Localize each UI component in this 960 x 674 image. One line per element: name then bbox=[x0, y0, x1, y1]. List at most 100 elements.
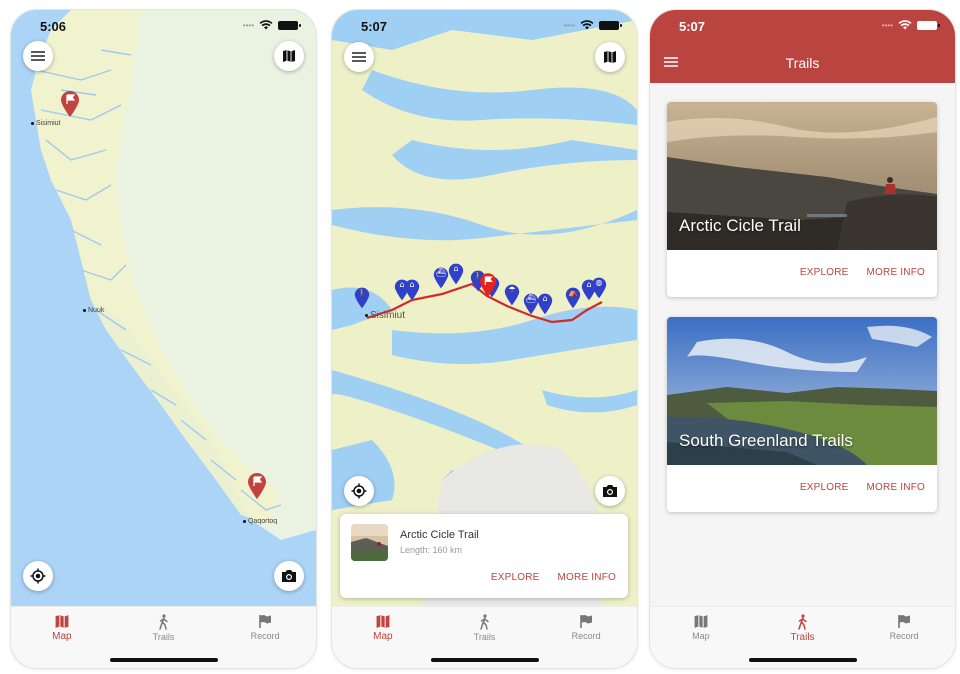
locate-icon bbox=[30, 568, 46, 584]
map-label-sisimiut: Sisimiut bbox=[31, 120, 61, 127]
map-layers-button[interactable] bbox=[274, 41, 304, 71]
map-layers-button[interactable] bbox=[595, 42, 625, 72]
hut-icon: ⌂ bbox=[409, 280, 415, 289]
poi-marker-tent-icon[interactable]: ⛺ bbox=[565, 286, 581, 310]
trail-title: Arctic Cicle Trail bbox=[400, 529, 479, 541]
tab-label: Trails bbox=[152, 632, 175, 642]
phone-screen-trail-map: Sisimiut 🚶⌂⌂⛴⌂🚶⌂☂⛴⌂⛺⌂◍ 5:07 •••• Arctic … bbox=[332, 10, 637, 668]
status-time: 5:06 bbox=[40, 19, 67, 34]
battery-icon bbox=[917, 20, 940, 30]
locate-button[interactable] bbox=[344, 476, 374, 506]
phone-screen-trails-list: 5:07 •••• Trails Arctic Cicle Trail EXPL… bbox=[650, 10, 955, 668]
status-time: 5:07 bbox=[679, 19, 706, 34]
app-bar: 5:07 •••• Trails bbox=[650, 10, 955, 83]
explore-button[interactable]: EXPLORE bbox=[491, 572, 540, 583]
tab-label: Trails bbox=[473, 632, 496, 642]
poi-marker-hut-icon[interactable]: ⌂ bbox=[448, 262, 464, 286]
status-bar: 5:06 •••• bbox=[11, 10, 316, 42]
map-icon bbox=[55, 615, 69, 628]
camera-icon bbox=[603, 485, 617, 497]
greenland-map bbox=[11, 10, 316, 606]
battery-icon bbox=[599, 20, 622, 30]
trail-card-title: South Greenland Trails bbox=[679, 431, 853, 450]
trail-photo: South Greenland Trails bbox=[667, 317, 937, 465]
trail-thumbnail bbox=[351, 524, 388, 561]
menu-icon bbox=[31, 51, 45, 61]
poi-marker-hiker-icon[interactable]: 🚶 bbox=[354, 286, 370, 310]
poi-marker-hut-icon[interactable]: ⌂ bbox=[404, 278, 420, 302]
map-label-sisimiut: Sisimiut bbox=[365, 310, 405, 321]
tab-record[interactable]: Record bbox=[535, 607, 637, 668]
hiker-icon bbox=[158, 614, 168, 630]
boat-icon: ⛴ bbox=[435, 268, 447, 277]
hut-icon: ⌂ bbox=[453, 264, 459, 273]
tent-icon: ⛺ bbox=[568, 288, 578, 297]
tab-label: Record bbox=[250, 631, 280, 641]
tab-label: Record bbox=[889, 631, 919, 641]
flag-icon bbox=[259, 615, 272, 628]
wifi-icon bbox=[259, 20, 273, 30]
explore-button[interactable]: EXPLORE bbox=[800, 482, 849, 493]
hiker-icon bbox=[797, 614, 807, 630]
map-icon bbox=[283, 50, 295, 62]
explore-button[interactable]: EXPLORE bbox=[800, 267, 849, 278]
map-label-nuuk: Nuuk bbox=[83, 307, 104, 314]
home-indicator bbox=[748, 658, 857, 662]
trail-pin-flag-icon[interactable] bbox=[247, 472, 267, 500]
map-icon bbox=[694, 615, 708, 628]
more-info-button[interactable]: MORE INFO bbox=[558, 572, 616, 583]
home-indicator bbox=[430, 658, 539, 662]
page-title: Trails bbox=[785, 55, 820, 71]
shelter-icon: ☂ bbox=[508, 285, 516, 294]
signal-icon: •••• bbox=[563, 20, 575, 30]
selected-trail-flag-icon[interactable] bbox=[479, 272, 497, 298]
trail-card[interactable]: Arctic Cicle Trail EXPLORE MORE INFO bbox=[667, 102, 937, 297]
tab-map[interactable]: Map bbox=[11, 607, 113, 668]
more-info-button[interactable]: MORE INFO bbox=[867, 267, 925, 278]
poi-marker-hut-icon[interactable]: ⌂ bbox=[537, 292, 553, 316]
trail-photo: Arctic Cicle Trail bbox=[667, 102, 937, 250]
battery-icon bbox=[278, 20, 301, 30]
tab-record[interactable]: Record bbox=[853, 607, 955, 668]
phone-screen-map-overview: Sisimiut Nuuk Qaqortoq 5:06 •••• Map Tra… bbox=[11, 10, 316, 668]
trail-card-title: Arctic Cicle Trail bbox=[679, 216, 801, 235]
map-icon bbox=[376, 615, 390, 628]
camera-button[interactable] bbox=[274, 561, 304, 591]
map-view[interactable]: Sisimiut Nuuk Qaqortoq bbox=[11, 10, 316, 606]
locate-icon bbox=[351, 483, 367, 499]
tab-label: Map bbox=[373, 631, 393, 642]
status-bar: 5:07 •••• bbox=[332, 10, 637, 42]
map-label-qaqortoq: Qaqortoq bbox=[243, 518, 277, 525]
tab-label: Map bbox=[692, 631, 710, 641]
hut-icon: ⌂ bbox=[542, 294, 548, 303]
home-indicator bbox=[109, 658, 218, 662]
trail-pin-flag-icon[interactable] bbox=[60, 90, 80, 118]
flag-icon bbox=[580, 615, 593, 628]
trail-info-card[interactable]: Arctic Cicle Trail Length: 160 km EXPLOR… bbox=[340, 514, 628, 598]
tab-record[interactable]: Record bbox=[214, 607, 316, 668]
tab-map[interactable]: Map bbox=[332, 607, 434, 668]
status-time: 5:07 bbox=[361, 19, 388, 34]
flag-icon bbox=[898, 615, 911, 628]
tab-label: Map bbox=[52, 631, 72, 642]
wifi-icon bbox=[898, 20, 912, 30]
camera-icon bbox=[282, 570, 296, 582]
trail-card[interactable]: South Greenland Trails EXPLORE MORE INFO bbox=[667, 317, 937, 512]
poi-marker-boat-icon[interactable]: ⛴ bbox=[433, 266, 449, 290]
globe-icon: ◍ bbox=[595, 278, 603, 287]
signal-icon: •••• bbox=[881, 20, 893, 30]
menu-button[interactable] bbox=[23, 41, 53, 71]
hiker-icon bbox=[479, 614, 489, 630]
more-info-button[interactable]: MORE INFO bbox=[867, 482, 925, 493]
signal-icon: •••• bbox=[242, 20, 254, 30]
poi-marker-globe-icon[interactable]: ◍ bbox=[591, 276, 607, 300]
menu-button[interactable] bbox=[344, 42, 374, 72]
camera-button[interactable] bbox=[595, 476, 625, 506]
wifi-icon bbox=[580, 20, 594, 30]
tab-map[interactable]: Map bbox=[650, 607, 752, 668]
locate-button[interactable] bbox=[23, 561, 53, 591]
hiker-icon: 🚶 bbox=[357, 288, 367, 297]
poi-marker-shelter-icon[interactable]: ☂ bbox=[504, 283, 520, 307]
menu-icon bbox=[352, 52, 366, 62]
tab-label: Trails bbox=[790, 632, 815, 643]
